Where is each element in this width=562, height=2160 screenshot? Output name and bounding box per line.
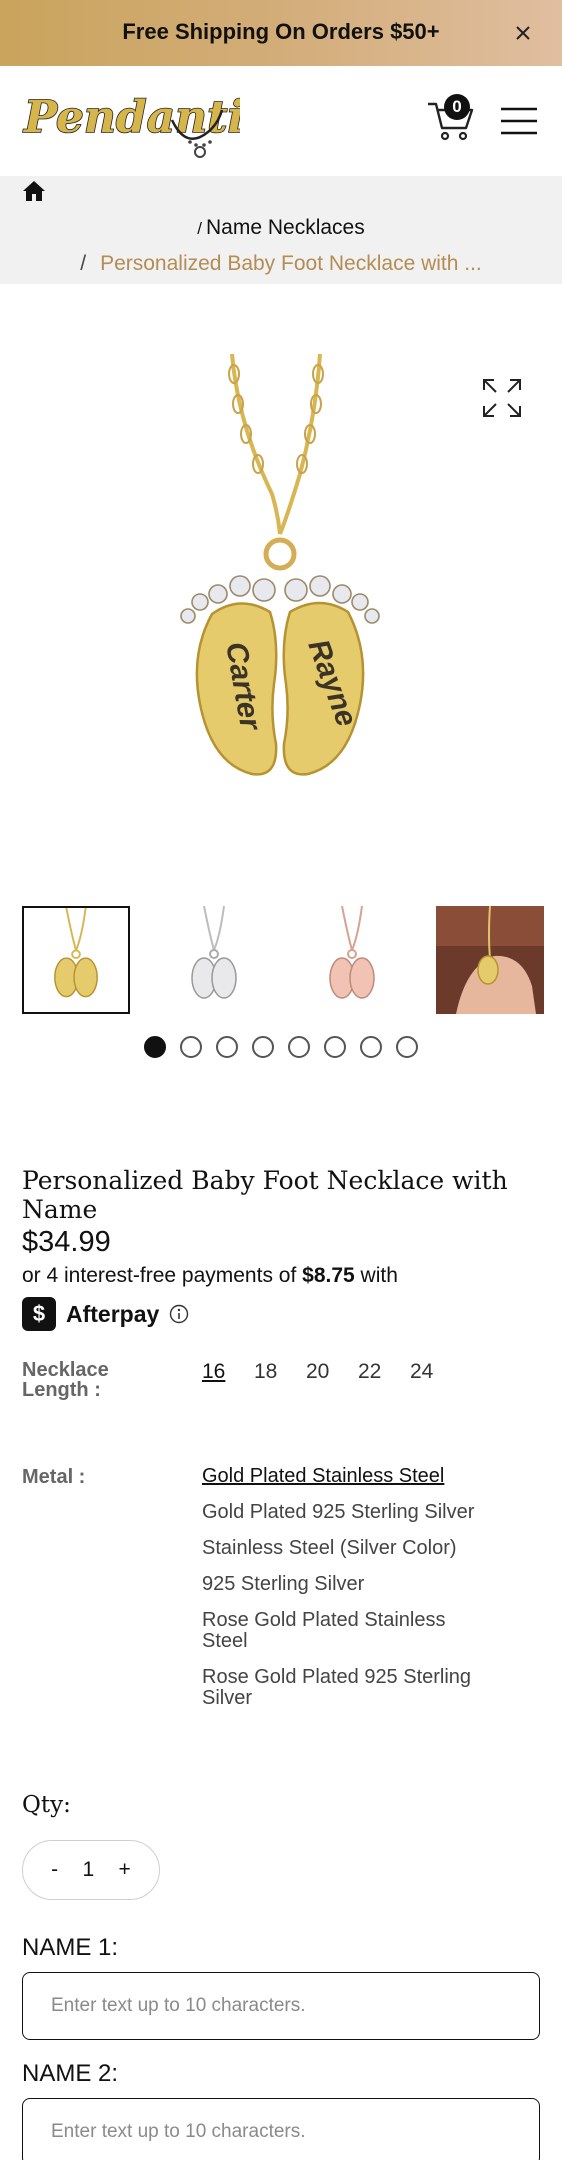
product-price: $34.99 xyxy=(22,1226,111,1258)
name-1-input[interactable] xyxy=(22,1972,540,2040)
carousel-dot[interactable] xyxy=(396,1036,418,1058)
home-icon[interactable] xyxy=(22,180,46,202)
pendantify-logo[interactable]: Pendantify xyxy=(22,80,240,166)
breadcrumb: / Name Necklaces / Personalized Baby Foot … xyxy=(0,176,562,284)
installments-suffix: with xyxy=(354,1264,398,1287)
thumbnail-strip xyxy=(22,906,544,1016)
name-2-label: NAME 2: xyxy=(22,2060,119,2087)
announcement-bar: Free Shipping On Orders $50+ xyxy=(0,0,562,66)
quantity-stepper: - 1 + xyxy=(22,1840,160,1900)
product-gallery: Carter Rayne xyxy=(0,284,562,904)
installments-prefix: or 4 interest-free payments of xyxy=(22,1264,303,1287)
carousel-dot[interactable] xyxy=(180,1036,202,1058)
svg-text:Pendantify: Pendantify xyxy=(22,92,240,143)
length-option-18[interactable]: 18 xyxy=(254,1360,306,1384)
product-title: Personalized Baby Foot Necklace with Nam… xyxy=(22,1166,508,1224)
carousel-dot[interactable] xyxy=(252,1036,274,1058)
cart-count-badge: 0 xyxy=(444,94,470,120)
afterpay-row: $ Afterpay xyxy=(22,1296,189,1332)
thumbnail-silver[interactable] xyxy=(160,906,268,1014)
close-icon[interactable] xyxy=(512,22,534,44)
metal-options: Gold Plated Stainless Steel Gold Plated … xyxy=(202,1466,492,1724)
carousel-dot[interactable] xyxy=(144,1036,166,1058)
carousel-dot[interactable] xyxy=(324,1036,346,1058)
quantity-value[interactable]: 1 xyxy=(83,1858,95,1882)
quantity-decrease-button[interactable]: - xyxy=(51,1858,58,1882)
afterpay-icon: $ xyxy=(22,1297,56,1331)
metal-option-gold-plated-stainless-steel[interactable]: Gold Plated Stainless Steel xyxy=(202,1466,492,1487)
thumbnail-rose-gold[interactable] xyxy=(298,906,406,1014)
necklace-length-options: 16 18 20 22 24 xyxy=(202,1360,462,1384)
quantity-increase-button[interactable]: + xyxy=(119,1858,131,1882)
necklace-length-label: Necklace Length : xyxy=(22,1359,109,1401)
installment-amount: $8.75 xyxy=(302,1264,355,1287)
length-option-22[interactable]: 22 xyxy=(358,1360,410,1384)
name-1-label: NAME 1: xyxy=(22,1934,119,1961)
installments-text: or 4 interest-free payments of $8.75 wit… xyxy=(22,1264,398,1288)
length-option-16[interactable]: 16 xyxy=(202,1360,254,1384)
breadcrumb-label: Personalized Baby Foot Necklace with ... xyxy=(100,252,482,275)
metal-option-rose-gold-plated-stainless-steel[interactable]: Rose Gold Plated Stainless Steel xyxy=(202,1610,492,1652)
quantity-label: Qty: xyxy=(22,1792,71,1818)
hamburger-menu-icon[interactable] xyxy=(500,106,538,136)
thumbnail-worn-on-hand[interactable] xyxy=(436,906,544,1014)
carousel-dot[interactable] xyxy=(360,1036,382,1058)
breadcrumb-separator: / xyxy=(80,252,87,275)
metal-label: Metal : xyxy=(22,1466,86,1488)
breadcrumb-label: Name Necklaces xyxy=(206,216,365,239)
metal-option-925-sterling-silver[interactable]: 925 Sterling Silver xyxy=(202,1574,492,1595)
announcement-text: Free Shipping On Orders $50+ xyxy=(122,19,440,44)
breadcrumb-item-current: / Personalized Baby Foot Necklace with ..… xyxy=(0,252,562,276)
carousel-dot[interactable] xyxy=(288,1036,310,1058)
length-option-24[interactable]: 24 xyxy=(410,1360,462,1384)
metal-option-stainless-steel-silver[interactable]: Stainless Steel (Silver Color) xyxy=(202,1538,492,1559)
carousel-dot[interactable] xyxy=(216,1036,238,1058)
breadcrumb-item-name-necklaces[interactable]: / Name Necklaces xyxy=(0,216,562,240)
thumbnail-gold[interactable] xyxy=(22,906,130,1014)
length-option-20[interactable]: 20 xyxy=(306,1360,358,1384)
carousel-dots xyxy=(0,1036,562,1058)
metal-option-rose-gold-plated-925-sterling-silver[interactable]: Rose Gold Plated 925 Sterling Silver xyxy=(202,1667,492,1709)
product-main-image[interactable]: Carter Rayne xyxy=(160,354,400,784)
info-icon[interactable] xyxy=(169,1304,189,1324)
metal-option-gold-plated-925-sterling-silver[interactable]: Gold Plated 925 Sterling Silver xyxy=(202,1502,492,1523)
name-2-input[interactable] xyxy=(22,2098,540,2160)
site-header: Pendantify 0 xyxy=(0,66,562,176)
expand-icon[interactable] xyxy=(482,378,522,418)
breadcrumb-separator: / xyxy=(197,219,202,238)
afterpay-label: Afterpay xyxy=(66,1300,160,1327)
